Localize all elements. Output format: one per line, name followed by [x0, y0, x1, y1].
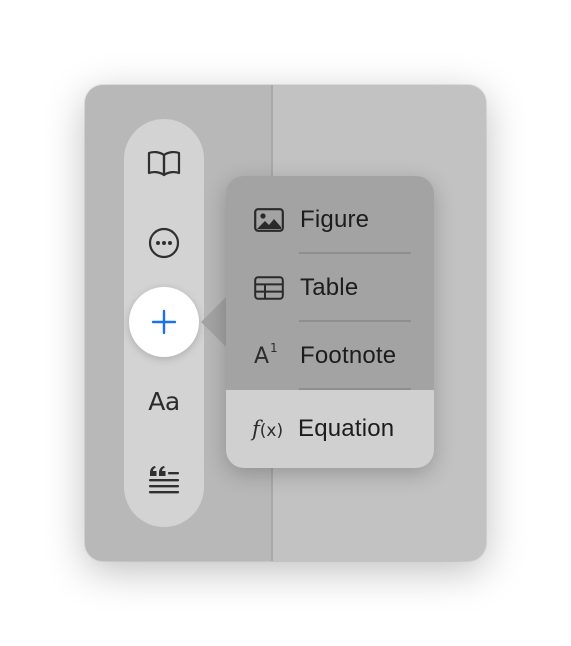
format-label: Aa [148, 386, 180, 416]
insert-button[interactable] [129, 287, 199, 357]
photo-icon [254, 208, 288, 232]
more-button[interactable] [144, 223, 184, 263]
menu-item-label: Equation [298, 415, 395, 442]
menu-item-footnote[interactable]: A1 Footnote [226, 322, 434, 390]
menu-item-equation[interactable]: f(x) Equation [226, 390, 434, 468]
popover-arrow [201, 296, 227, 348]
menu-item-label: Footnote [300, 342, 397, 369]
menu-item-label: Table [300, 274, 359, 301]
plus-icon [151, 309, 177, 335]
footnote-icon: A1 [254, 340, 278, 369]
table-icon [254, 276, 288, 300]
ellipsis-circle-icon [148, 227, 180, 259]
quote-button[interactable] [144, 459, 184, 499]
quote-paragraph-icon [148, 464, 180, 494]
menu-item-table[interactable]: Table [226, 254, 434, 322]
vertical-toolbar: Aa [124, 119, 204, 527]
format-button[interactable]: Aa [144, 381, 184, 421]
book-icon [147, 149, 181, 177]
menu-item-figure[interactable]: Figure [226, 186, 434, 254]
function-icon: f(x) [252, 417, 284, 441]
menu-item-label: Figure [300, 206, 370, 233]
book-button[interactable] [144, 143, 184, 183]
insert-menu: Figure Table A1 Footnote f(x) Equation [226, 176, 434, 468]
